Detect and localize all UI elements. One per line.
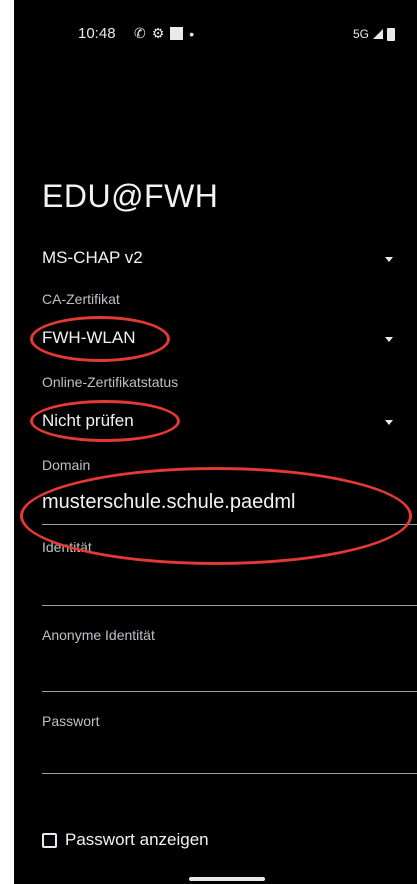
domain-label: Domain [42, 457, 91, 473]
dropdown-arrow-icon[interactable] [385, 420, 393, 425]
notification-icons: ✆ ⚙ • [134, 25, 194, 42]
anon-identity-input[interactable] [42, 691, 417, 692]
ca-cert-label: CA-Zertifikat [42, 291, 120, 307]
notification-icon [170, 27, 184, 40]
status-bar: 10:48 ✆ ⚙ • 5G [14, 0, 417, 60]
domain-input[interactable]: musterschule.schule.paedml [42, 491, 295, 514]
network-type: 5G [352, 27, 369, 41]
whatsapp-icon: ✆ [134, 25, 146, 41]
network-title: EDU@FWH [42, 178, 219, 214]
battery-icon [387, 27, 395, 41]
status-time: 10:48 [78, 25, 116, 42]
online-cert-status-select-value[interactable]: Nicht prüfen [42, 411, 134, 431]
identity-label: Identität [42, 539, 92, 555]
password-label: Passwort [42, 713, 100, 729]
phone-screen: 10:48 ✆ ⚙ • 5G EDU@FWH MS-CHAP v2 CA-Zer… [14, 0, 417, 884]
dropdown-arrow-icon[interactable] [385, 337, 393, 342]
online-cert-status-label: Online-Zertifikatstatus [42, 374, 179, 390]
dropdown-arrow-icon[interactable] [385, 257, 393, 262]
anon-identity-label: Anonyme Identität [42, 627, 155, 643]
ca-cert-select-value[interactable]: FWH-WLAN [42, 328, 135, 348]
password-input[interactable] [42, 773, 417, 774]
show-password-label[interactable]: Passwort anzeigen [65, 830, 209, 850]
checkbox-icon[interactable] [42, 832, 57, 848]
dot-icon: • [189, 25, 195, 42]
phase2-select-value[interactable]: MS-CHAP v2 [42, 248, 143, 268]
domain-underline [42, 524, 417, 525]
home-indicator[interactable] [189, 877, 265, 881]
show-password-row[interactable]: Passwort anzeigen [42, 830, 209, 850]
signal-icon [373, 29, 383, 39]
system-icons: 5G [353, 27, 395, 41]
teams-icon: ⚙ [151, 25, 165, 41]
identity-input[interactable] [42, 605, 417, 606]
